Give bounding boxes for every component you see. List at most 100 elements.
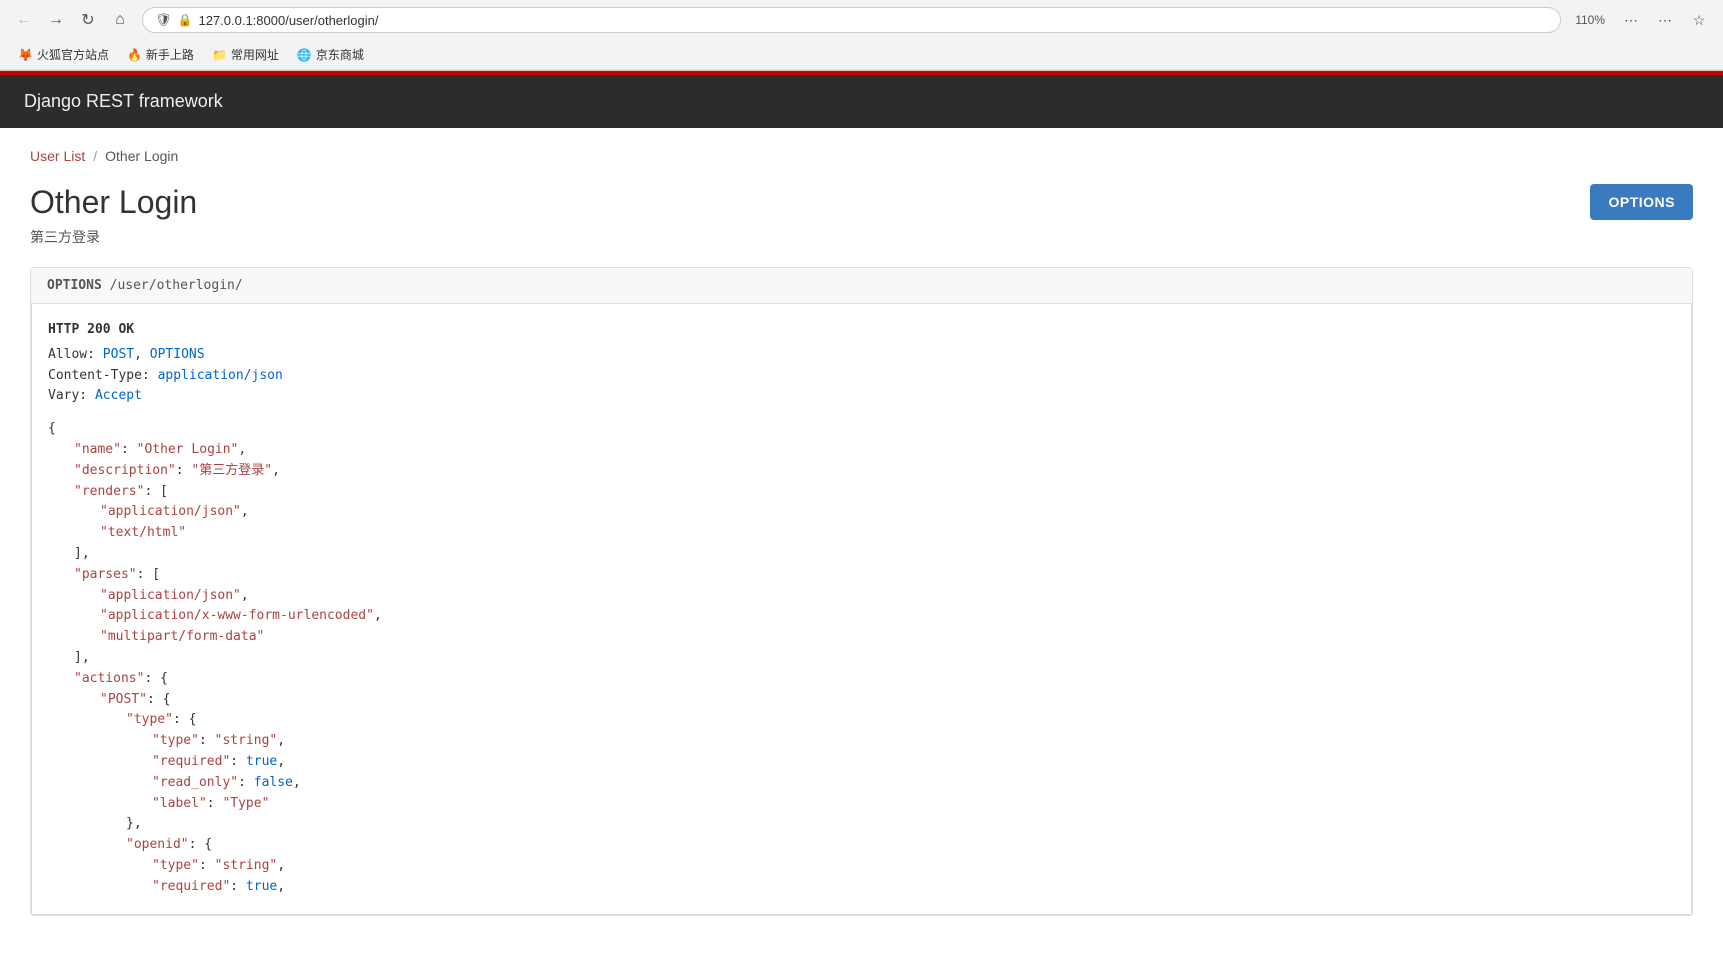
address-bar-input[interactable]: [198, 13, 1548, 28]
forward-button[interactable]: →: [42, 6, 70, 34]
json-type-label-key: "label": [152, 796, 207, 811]
allow-header: Allow: POST, OPTIONS: [48, 345, 1675, 366]
more-menu-button[interactable]: ⋯: [1651, 6, 1679, 34]
json-desc-val: "第三方登录": [191, 463, 272, 478]
vary-value: Accept: [95, 388, 142, 403]
json-parses-line: "parses": [: [48, 565, 1675, 586]
json-type-type-line: "type": "string",: [48, 731, 1675, 752]
json-type-type-key: "type": [152, 733, 199, 748]
comma: ,: [134, 347, 142, 362]
secure-lock-icon: 🔒: [178, 13, 193, 27]
json-openid-line: "openid": {: [48, 835, 1675, 856]
json-renders-line: "renders": [: [48, 482, 1675, 503]
json-type-readonly-key: "read_only": [152, 775, 238, 790]
bookmark-foxofficial[interactable]: 🦊 火狐官方站点: [10, 43, 117, 66]
bookmark-newuser-label: 新手上路: [146, 46, 194, 63]
json-openid-type-val: "string": [215, 858, 278, 873]
allow-post: POST: [103, 347, 134, 362]
page-title: Other Login: [30, 184, 197, 221]
zoom-level: 110%: [1569, 11, 1611, 29]
back-button[interactable]: ←: [10, 6, 38, 34]
page-subtitle: 第三方登录: [30, 227, 197, 247]
browser-actions: 110% ⋯ ⋯ ☆: [1569, 6, 1713, 34]
extensions-button[interactable]: ⋯: [1617, 6, 1645, 34]
breadcrumb-separator: /: [93, 148, 97, 164]
bookmark-common-label: 常用网址: [231, 46, 279, 63]
json-openid-type-key: "type": [152, 858, 199, 873]
json-parse3: "multipart/form-data": [48, 627, 1675, 648]
breadcrumb-user-list-link[interactable]: User List: [30, 148, 85, 164]
json-parses-key: "parses": [74, 567, 137, 582]
json-parse2-val: "application/x-www-form-urlencoded": [100, 608, 374, 623]
json-desc-line: "description": "第三方登录",: [48, 461, 1675, 482]
reload-button[interactable]: ↻: [74, 6, 102, 34]
content-type-value: application/json: [158, 368, 283, 383]
allow-options: OPTIONS: [150, 347, 205, 362]
request-line: OPTIONS /user/otherlogin/: [31, 268, 1692, 304]
json-type-required-val: true: [246, 754, 277, 769]
json-renders-close: ],: [48, 544, 1675, 565]
vary-label: Vary:: [48, 388, 87, 403]
page-title-section: Other Login 第三方登录: [30, 184, 197, 247]
app-header: Django REST framework: [0, 75, 1723, 128]
response-status: HTTP 200 OK: [48, 320, 1675, 341]
fox-icon: 🦊: [18, 48, 33, 62]
json-openid-required-line: "required": true,: [48, 877, 1675, 898]
options-button[interactable]: OPTIONS: [1590, 184, 1693, 220]
json-parses-close: ],: [48, 648, 1675, 669]
response-box: HTTP 200 OK Allow: POST, OPTIONS Content…: [31, 304, 1692, 915]
json-type-outer-key: "type": [126, 712, 173, 727]
json-actions-key: "actions": [74, 671, 144, 686]
json-parse1: "application/json",: [48, 586, 1675, 607]
json-name-val: "Other Login": [137, 442, 239, 457]
main-content: User List / Other Login Other Login 第三方登…: [0, 128, 1723, 948]
bookmark-star-button[interactable]: ☆: [1685, 6, 1713, 34]
address-bar-container[interactable]: 🛡 🔒: [142, 7, 1561, 33]
json-openid-required-key: "required": [152, 879, 230, 894]
page-header-row: Other Login 第三方登录 OPTIONS: [30, 184, 1693, 247]
allow-label: Allow:: [48, 347, 95, 362]
bookmark-foxofficial-label: 火狐官方站点: [37, 46, 109, 63]
json-type-readonly-line: "read_only": false,: [48, 773, 1675, 794]
bookmark-newuser[interactable]: 🔥 新手上路: [119, 43, 202, 66]
fire-icon: 🔥: [127, 48, 142, 62]
framework-title: Django REST framework: [24, 91, 223, 111]
json-openid-key: "openid": [126, 837, 189, 852]
folder-icon: 📁: [212, 48, 227, 62]
json-openid-type-line: "type": "string",: [48, 856, 1675, 877]
security-shield-icon: 🛡: [155, 12, 172, 28]
json-type-close: },: [48, 814, 1675, 835]
bookmark-jd[interactable]: 🌐 京东商城: [289, 43, 372, 66]
vary-header: Vary: Accept: [48, 386, 1675, 407]
json-name-key: "name": [74, 442, 121, 457]
content-type-header: Content-Type: application/json: [48, 366, 1675, 387]
json-render2-val: "text/html": [100, 525, 186, 540]
json-parse1-val: "application/json": [100, 588, 241, 603]
json-parse2: "application/x-www-form-urlencoded",: [48, 606, 1675, 627]
json-post-key: "POST": [100, 692, 147, 707]
globe-icon: 🌐: [297, 48, 312, 62]
content-type-label: Content-Type:: [48, 368, 150, 383]
nav-buttons: ← → ↻ ⌂: [10, 6, 134, 34]
browser-toolbar: ← → ↻ ⌂ 🛡 🔒 110% ⋯ ⋯ ☆: [0, 0, 1723, 40]
json-desc-key: "description": [74, 463, 176, 478]
json-type-outer-line: "type": {: [48, 710, 1675, 731]
breadcrumb-current: Other Login: [105, 148, 178, 164]
breadcrumb: User List / Other Login: [30, 148, 1693, 164]
home-button[interactable]: ⌂: [106, 6, 134, 34]
json-render1-val: "application/json": [100, 504, 241, 519]
bookmark-common[interactable]: 📁 常用网址: [204, 43, 287, 66]
json-renders-key: "renders": [74, 484, 144, 499]
json-open-brace: {: [48, 419, 1675, 440]
request-box: OPTIONS /user/otherlogin/ HTTP 200 OK Al…: [30, 267, 1693, 916]
json-type-label-val: "Type": [222, 796, 269, 811]
json-render2: "text/html": [48, 523, 1675, 544]
json-type-type-val: "string": [215, 733, 278, 748]
json-actions-line: "actions": {: [48, 669, 1675, 690]
bookmark-jd-label: 京东商城: [316, 46, 364, 63]
json-type-required-line: "required": true,: [48, 752, 1675, 773]
browser-chrome: ← → ↻ ⌂ 🛡 🔒 110% ⋯ ⋯ ☆ 🦊 火狐官方站点 🔥 新手上路 📁…: [0, 0, 1723, 71]
request-method: OPTIONS: [47, 278, 102, 293]
json-openid-required-val: true: [246, 879, 277, 894]
json-type-readonly-val: false: [254, 775, 293, 790]
